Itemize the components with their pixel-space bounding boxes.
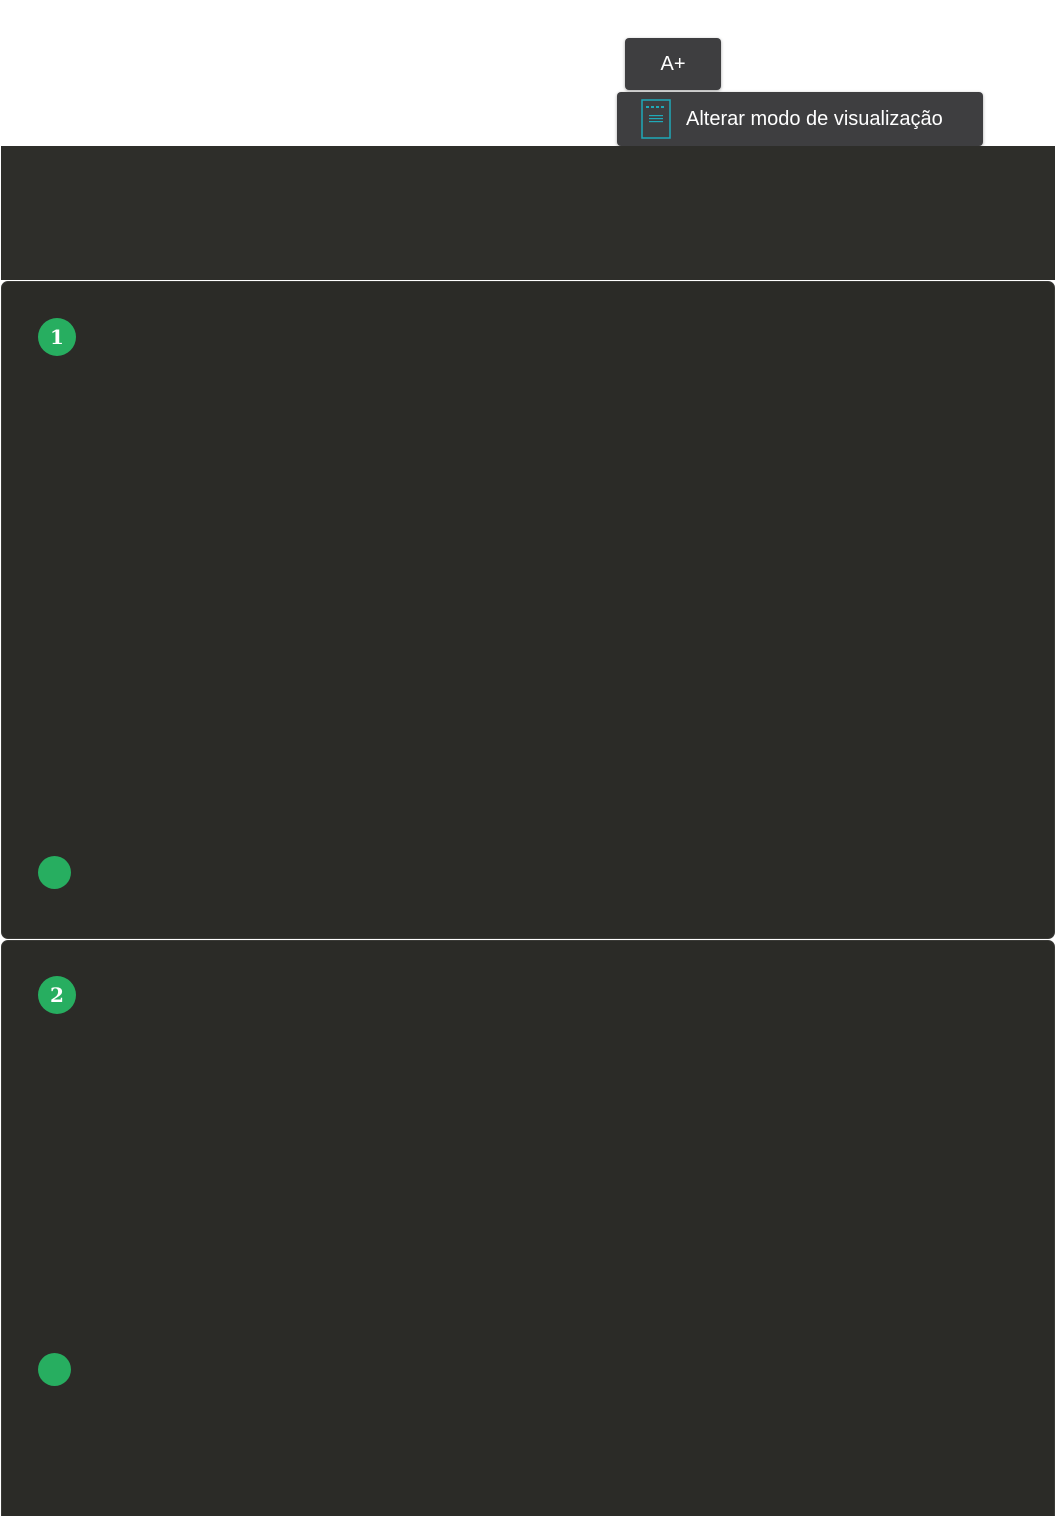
status-dot bbox=[38, 1353, 71, 1386]
document-reader-icon bbox=[641, 99, 671, 139]
step-number-badge: 2 bbox=[38, 976, 76, 1014]
page: A+ Alterar modo de visualização 1 2 bbox=[0, 0, 1056, 1516]
status-dot bbox=[38, 856, 71, 889]
increase-font-size-button[interactable]: A+ bbox=[625, 38, 721, 90]
header-banner bbox=[1, 146, 1055, 280]
question-card: 2 bbox=[1, 940, 1055, 1516]
change-view-mode-label: Alterar modo de visualização bbox=[686, 107, 943, 130]
question-card: 1 bbox=[1, 281, 1055, 939]
step-number-badge: 1 bbox=[38, 318, 76, 356]
change-view-mode-button[interactable]: Alterar modo de visualização bbox=[617, 92, 983, 146]
increase-font-size-label: A+ bbox=[660, 52, 686, 75]
